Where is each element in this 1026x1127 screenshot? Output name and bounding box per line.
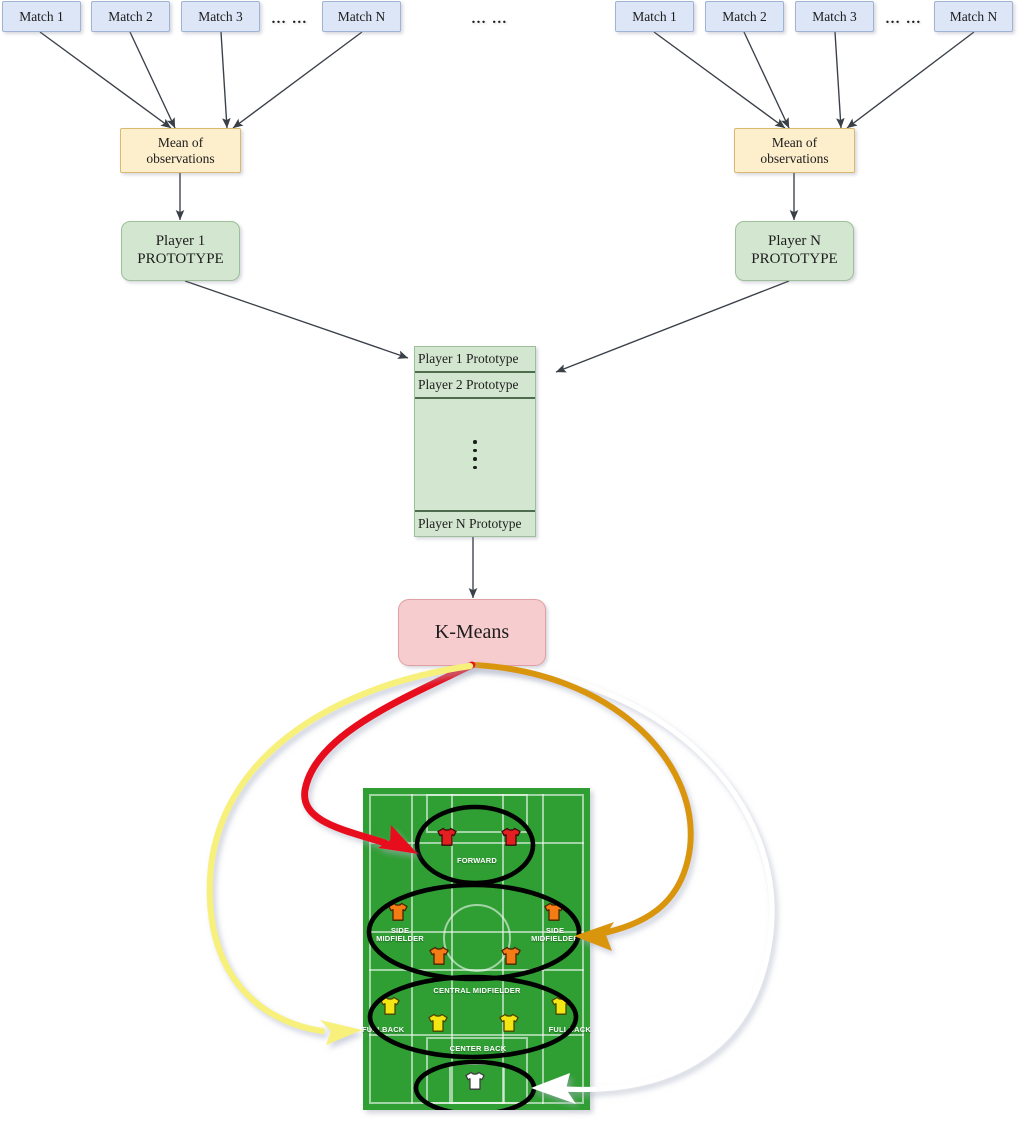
soccer-pitch: FORWARD SIDE MIDFIELDER SIDE MIDFIELDER …	[362, 788, 591, 1110]
edge-prototypeN-to-list	[555, 280, 790, 373]
player-prototype-right: Player N PROTOTYPE	[735, 221, 854, 281]
match-box-right-2: Match 2	[705, 1, 784, 32]
cluster-ellipse-fullback	[367, 974, 579, 1060]
cluster-ellipse-goalkeeper	[413, 1059, 537, 1110]
cluster-ellipse-side-midfielder	[366, 882, 582, 982]
match-box-right-3: Match 3	[795, 1, 874, 32]
group-ellipsis: … …	[471, 11, 508, 27]
match-box-right-1: Match 1	[615, 1, 694, 32]
match-box-left-N: Match N	[322, 1, 401, 32]
edge-matchN-to-mean-left	[232, 31, 363, 129]
match-box-left-1: Match 1	[2, 1, 81, 32]
match-box-left-3: Match 3	[181, 1, 260, 32]
cluster-ellipse-forward	[414, 804, 536, 886]
match-box-right-N: Match N	[934, 1, 1013, 32]
prototype-list: Player 1 Prototype Player 2 Prototype Pl…	[414, 346, 536, 537]
edge-prototype1-to-list	[184, 280, 409, 359]
vertical-dots-icon	[473, 440, 477, 469]
prototype-list-row-2: Player 2 Prototype	[415, 373, 535, 399]
kmeans-node: K-Means	[398, 599, 546, 666]
prototype-list-gap	[415, 399, 535, 510]
edge-match2-to-mean-left	[129, 31, 176, 129]
match-box-left-2: Match 2	[91, 1, 170, 32]
match-ellipsis-left: … …	[271, 11, 308, 27]
player-prototype-left: Player 1 PROTOTYPE	[121, 221, 240, 281]
match-ellipsis-right: … …	[885, 11, 922, 27]
diagram-canvas: Match 1 Match 2 Match 3 … … Match N Mean…	[0, 0, 1026, 1127]
edge-match1-to-mean-right	[653, 31, 786, 129]
edge-match3-to-mean-left	[220, 31, 231, 129]
edge-match3-to-mean-right	[834, 31, 845, 129]
cluster-ellipse-layer	[366, 804, 582, 1110]
edge-matchN-to-mean-right	[846, 31, 975, 129]
edge-match2-to-mean-right	[743, 31, 790, 129]
prototype-list-row-N: Player N Prototype	[415, 510, 535, 536]
prototype-list-row-1: Player 1 Prototype	[415, 347, 535, 373]
mean-of-observations-left: Mean of observations	[120, 128, 241, 173]
edge-match1-to-mean-left	[39, 31, 172, 129]
mean-of-observations-right: Mean of observations	[734, 128, 855, 173]
